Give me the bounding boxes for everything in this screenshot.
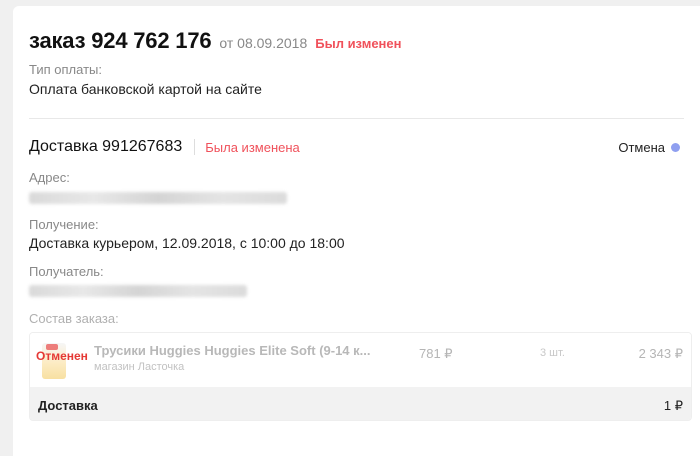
delivery-header: Доставка 991267683 Была изменена	[29, 138, 300, 156]
delivery-status-label: Отмена	[618, 140, 665, 155]
list-item[interactable]: Отменен Трусики Huggies Huggies Elite So…	[30, 333, 691, 387]
receipt-label: Получение:	[29, 217, 99, 232]
delivery-title: Доставка 991267683	[29, 138, 183, 155]
order-title: заказ 924 762 176	[29, 28, 212, 53]
payment-value: Оплата банковской картой на сайте	[29, 81, 262, 97]
divider	[29, 118, 684, 119]
order-card: заказ 924 762 176 от 08.09.2018 Был изме…	[13, 6, 700, 456]
item-quantity: 3 шт.	[540, 347, 565, 359]
status-dot-icon	[671, 143, 680, 152]
address-label: Адрес:	[29, 170, 70, 185]
delivery-status: Отмена	[618, 140, 680, 155]
item-total: 2 343 ₽	[638, 346, 683, 361]
order-items-table: Отменен Трусики Huggies Huggies Elite So…	[29, 332, 692, 421]
delivery-changed-badge: Была изменена	[205, 139, 300, 155]
receipt-value: Доставка курьером, 12.09.2018, с 10:00 д…	[29, 235, 345, 251]
delivery-cost-row: Доставка 1 ₽	[30, 387, 691, 420]
address-value-redacted	[29, 192, 287, 204]
delivery-cost-label: Доставка	[38, 398, 98, 413]
order-header: заказ 924 762 176 от 08.09.2018 Был изме…	[29, 28, 401, 54]
payment-label: Тип оплаты:	[29, 62, 102, 77]
recipient-value-redacted	[29, 285, 247, 297]
recipient-label: Получатель:	[29, 264, 104, 279]
composition-label: Состав заказа:	[29, 311, 119, 326]
order-changed-badge: Был изменен	[315, 36, 402, 51]
delivery-cost-value: 1 ₽	[663, 398, 683, 413]
cancelled-stamp: Отменен	[36, 349, 88, 363]
item-price: 781 ₽	[419, 346, 453, 361]
order-date: от 08.09.2018	[219, 35, 308, 51]
item-shop-link[interactable]: магазин Ласточка	[94, 361, 184, 373]
header-separator	[194, 139, 196, 155]
item-name-link[interactable]: Трусики Huggies Huggies Elite Soft (9-14…	[94, 343, 371, 358]
